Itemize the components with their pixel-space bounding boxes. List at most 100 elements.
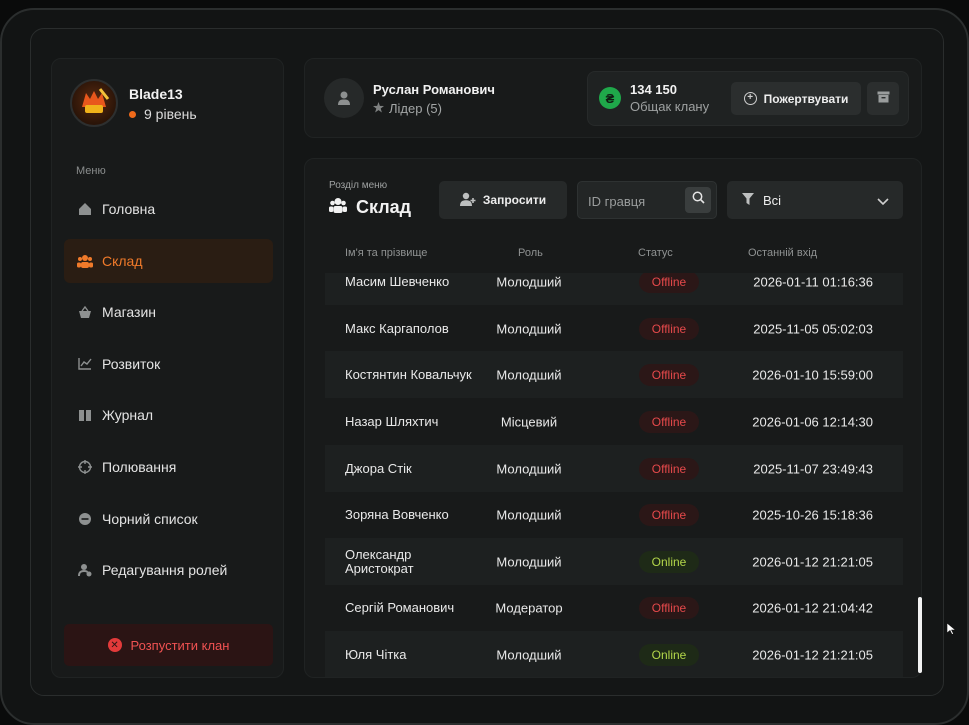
- sidebar-item-warehouse[interactable]: Склад: [64, 238, 273, 283]
- level-dot-icon: [129, 110, 136, 118]
- chevron-down-icon: [877, 194, 889, 209]
- sidebar-item-shop[interactable]: Магазин: [64, 290, 273, 334]
- member-role: Молодший: [496, 367, 562, 382]
- hryvnia-coin-icon: ₴: [599, 87, 621, 109]
- add-user-icon: [459, 192, 476, 209]
- member-role: Молодший: [496, 321, 562, 336]
- member-name: Масим Шевченко: [345, 273, 450, 289]
- member-last-login: 2026-01-11 01:16:36: [753, 274, 873, 289]
- table-header: Ім'я та прізвище Роль Статус Останній вх…: [325, 247, 903, 263]
- donate-button[interactable]: + Пожертвувати: [731, 82, 861, 115]
- status-badge: Offline: [639, 363, 699, 386]
- sidebar-item-home[interactable]: Головна: [64, 187, 273, 231]
- member-role: Молодший: [496, 647, 562, 662]
- table-row[interactable]: Зоряна Вовченко Молодший Offline 2025-10…: [325, 491, 903, 538]
- column-header-status: Статус: [638, 247, 673, 259]
- scrollbar[interactable]: [918, 597, 922, 673]
- status-badge: Online: [639, 550, 699, 573]
- chart-icon: [77, 356, 93, 372]
- filter-value: Всі: [763, 192, 782, 208]
- table-row[interactable]: Макс Каргаполов Молодший Offline 2025-11…: [325, 305, 903, 352]
- sidebar-item-label: Полювання: [102, 458, 177, 475]
- filter-icon: [742, 192, 754, 208]
- table-row[interactable]: Масим Шевченко Молодший Offline 2026-01-…: [325, 273, 903, 305]
- filter-dropdown[interactable]: Всі: [727, 181, 903, 219]
- clan-bank: ₴ 134 150 Общак клану + Пожертвувати: [587, 71, 909, 126]
- sidebar-menu: Головна Склад Магазин Розвиток Журнал По…: [64, 187, 273, 600]
- sidebar-item-hunt[interactable]: Полювання: [64, 445, 273, 489]
- sidebar-item-journal[interactable]: Журнал: [64, 393, 273, 437]
- member-last-login: 2026-01-12 21:21:05: [752, 554, 873, 569]
- sidebar-item-label: Чорний список: [102, 510, 198, 527]
- member-last-login: 2026-01-12 21:04:42: [752, 600, 873, 615]
- archive-button[interactable]: [867, 82, 899, 115]
- member-last-login: 2025-10-26 15:18:36: [752, 507, 873, 522]
- player-id-search: [577, 181, 717, 219]
- member-last-login: 2025-11-07 23:49:43: [753, 461, 873, 476]
- sidebar-item-label: Журнал: [102, 407, 154, 424]
- member-role: Молодший: [496, 554, 562, 569]
- bank-label: Общак клану: [630, 99, 710, 114]
- user-role-text: Лідер (5): [389, 101, 442, 116]
- page-title: Склад: [329, 197, 411, 218]
- status-badge: Offline: [639, 410, 699, 433]
- member-role: Модератор: [495, 600, 563, 615]
- section-label: Розділ меню: [329, 180, 388, 191]
- member-name: Назар Шляхтич: [345, 413, 439, 429]
- basket-icon: [77, 304, 93, 320]
- users-icon: [77, 253, 93, 269]
- table-row[interactable]: Костянтин Ковальчук Молодший Offline 202…: [325, 351, 903, 398]
- status-badge: Offline: [639, 596, 699, 619]
- search-input[interactable]: [586, 190, 686, 212]
- invite-label: Запросити: [482, 193, 547, 207]
- member-name: Джора Стік: [345, 460, 412, 476]
- plus-circle-icon: +: [743, 92, 757, 105]
- member-role: Молодший: [496, 274, 562, 289]
- user-edit-icon: [77, 562, 93, 578]
- status-badge: Online: [639, 643, 699, 666]
- block-icon: [77, 511, 93, 527]
- member-role: Молодший: [496, 507, 562, 522]
- table-row[interactable]: Юля Чітка Молодший Online 2026-01-12 21:…: [325, 631, 903, 677]
- sidebar-item-label: Склад: [102, 252, 143, 269]
- donate-label: Пожертвувати: [763, 91, 849, 106]
- status-badge: Offline: [639, 457, 699, 480]
- user-name: Руслан Романович: [373, 82, 495, 97]
- status-badge: Offline: [639, 503, 699, 526]
- sidebar-item-label: Редагування ролей: [102, 562, 228, 579]
- sidebar-item-development[interactable]: Розвиток: [64, 342, 273, 386]
- sidebar-item-blacklist[interactable]: Чорний список: [64, 497, 273, 541]
- table-row[interactable]: Назар Шляхтич Місцевий Offline 2026-01-0…: [325, 398, 903, 445]
- clan-logo-avatar: [70, 79, 118, 127]
- member-name: Олександр Аристократ: [345, 546, 414, 576]
- search-button[interactable]: [685, 187, 711, 213]
- member-name: Юля Чітка: [345, 646, 407, 662]
- profile-level: 9 рівень: [129, 106, 197, 122]
- profile-card: Blade13 9 рівень: [70, 79, 270, 131]
- disband-clan-button[interactable]: ✕ Розпустити клан: [64, 624, 273, 666]
- status-badge: Offline: [639, 317, 699, 340]
- table-row[interactable]: Джора Стік Молодший Offline 2025-11-07 2…: [325, 445, 903, 492]
- close-icon: ✕: [107, 638, 122, 652]
- column-header-name: Ім'я та прізвище: [345, 247, 428, 259]
- disband-clan-label: Розпустити клан: [130, 637, 230, 653]
- users-icon: [329, 197, 347, 218]
- sidebar-item-label: Магазин: [102, 304, 157, 321]
- member-last-login: 2026-01-10 15:59:00: [752, 367, 873, 382]
- table-row[interactable]: Сергій Романович Модератор Offline 2026-…: [325, 584, 903, 631]
- member-last-login: 2026-01-06 12:14:30: [752, 414, 873, 429]
- sidebar-item-role-edit[interactable]: Редагування ролей: [64, 548, 273, 592]
- member-last-login: 2025-11-05 05:02:03: [753, 321, 873, 336]
- book-icon: [77, 407, 93, 423]
- status-badge: Offline: [639, 273, 699, 293]
- bank-amount: 134 150: [630, 82, 677, 97]
- member-role: Молодший: [496, 461, 562, 476]
- invite-button[interactable]: Запросити: [439, 181, 567, 219]
- mouse-cursor-icon: [946, 622, 957, 640]
- sidebar-item-label: Головна: [102, 201, 156, 217]
- members-panel: Розділ меню Склад Запросити Всі Ім'я та …: [304, 158, 922, 678]
- page-title-text: Склад: [356, 197, 412, 217]
- table-row[interactable]: Олександр Аристократ Молодший Online 202…: [325, 538, 903, 585]
- archive-icon: [877, 90, 890, 108]
- user-header: Руслан Романович Лідер (5) ₴ 134 150 Общ…: [304, 58, 922, 138]
